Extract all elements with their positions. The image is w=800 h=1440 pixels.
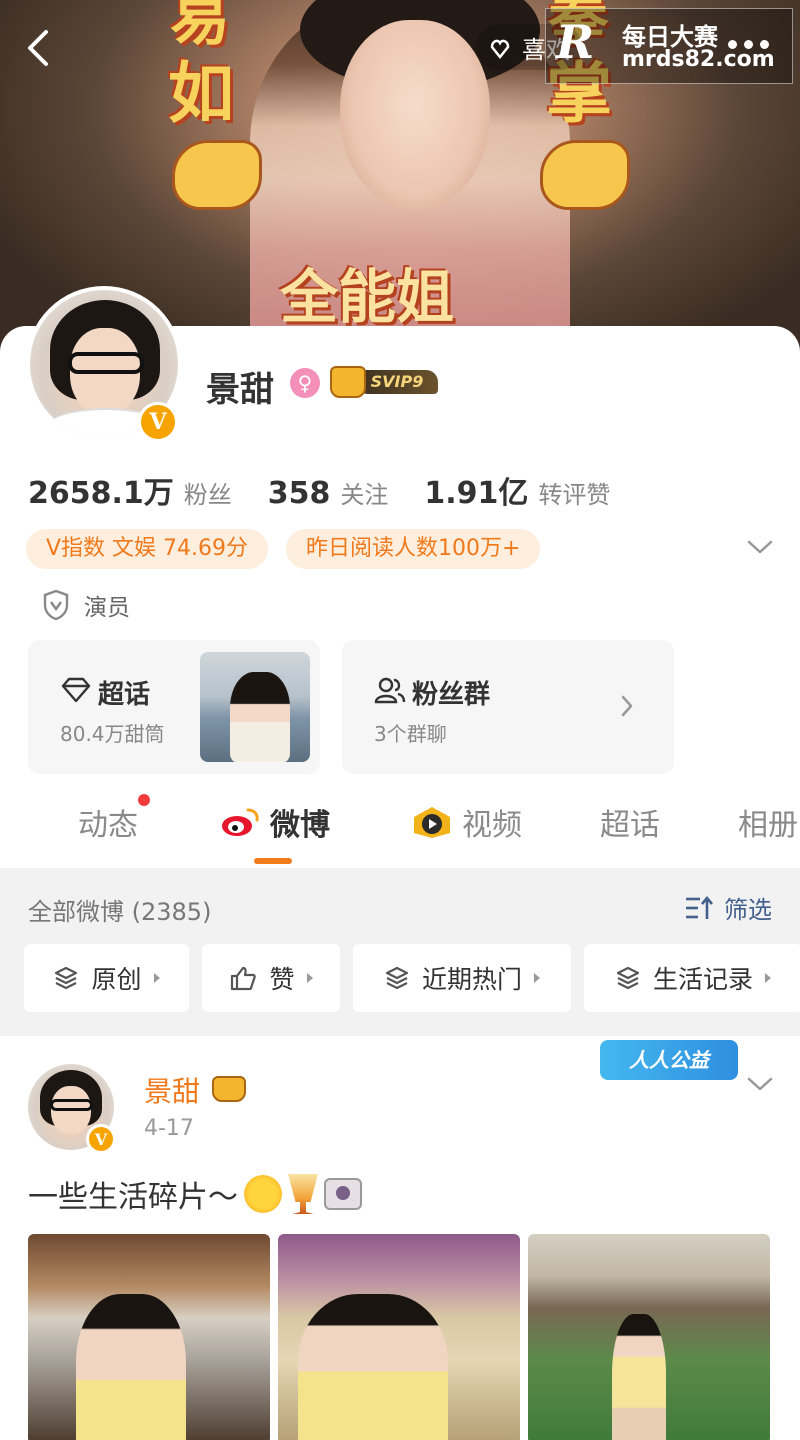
- back-arrow-icon[interactable]: [20, 28, 60, 68]
- chip-original[interactable]: 原创: [24, 944, 189, 1012]
- thumb-up-icon: [231, 966, 257, 991]
- super-topic-title: 超话: [98, 680, 151, 710]
- more-icon[interactable]: [728, 40, 769, 49]
- caret-icon: [765, 973, 771, 983]
- svip-label: SVIP9: [356, 370, 438, 394]
- layers-icon: [616, 966, 640, 990]
- tab-label: 视频: [462, 808, 522, 843]
- crown-icon: [212, 1076, 246, 1102]
- chip-likes[interactable]: 赞: [202, 944, 340, 1012]
- tab-dynamics[interactable]: 动态: [78, 794, 150, 844]
- charity-badge[interactable]: 人人公益: [600, 1040, 738, 1080]
- stat-value: 1.91亿: [424, 476, 529, 511]
- chip-label: 原创: [91, 965, 142, 994]
- layers-icon: [55, 966, 78, 990]
- crown-icon: [330, 366, 366, 398]
- chip-label: 近期热门: [421, 965, 522, 994]
- tab-video[interactable]: 视频: [412, 800, 522, 844]
- tag-readers[interactable]: 昨日阅读人数100万+: [286, 529, 541, 569]
- tab-album[interactable]: 相册: [738, 800, 798, 844]
- super-topic-card[interactable]: 超话 80.4万甜筒: [28, 640, 320, 774]
- tab-label: 动态: [78, 808, 138, 843]
- fist-icon-left: [172, 140, 262, 210]
- chevron-right-icon: [621, 695, 633, 717]
- post-photo[interactable]: [28, 1234, 270, 1440]
- identity-label: 演员: [84, 595, 130, 621]
- tab-label: 微博: [270, 808, 330, 843]
- profile-tags: V指数 文娱 74.69分 昨日阅读人数100万+: [26, 529, 541, 569]
- svip-badge[interactable]: SVIP9: [330, 366, 438, 398]
- active-tab-indicator: [254, 858, 292, 864]
- verified-badge-icon: V: [138, 402, 178, 442]
- stat-value: 358: [267, 476, 331, 511]
- chevron-down-icon[interactable]: [746, 1074, 774, 1094]
- caret-icon: [306, 973, 313, 983]
- notification-dot: [138, 794, 150, 806]
- cover-banner-text: 全能姐: [280, 263, 455, 331]
- post-date: 4-17: [144, 1116, 194, 1141]
- fans-group-title: 粉丝群: [412, 680, 491, 710]
- identity-row: 演员: [42, 588, 130, 622]
- video-play-icon: [414, 807, 450, 838]
- all-posts-count: 全部微博 (2385): [28, 898, 212, 926]
- stat-label: 转评赞: [538, 481, 611, 509]
- hand-heart-icon: [490, 39, 510, 60]
- filter-button[interactable]: 筛选: [684, 890, 772, 925]
- drink-icon: [288, 1174, 318, 1214]
- chip-hot[interactable]: 近期热门: [353, 944, 571, 1012]
- fans-group-card[interactable]: 粉丝群 3个群聊: [342, 640, 674, 774]
- tab-label: 超话: [600, 808, 660, 843]
- watermark-url: mrds82.com: [622, 47, 775, 72]
- post-text: 一些生活碎片～: [28, 1172, 362, 1216]
- layers-icon: [385, 966, 409, 990]
- fist-icon-right: [540, 140, 630, 210]
- stat-interactions[interactable]: 1.91亿 转评赞: [424, 468, 610, 512]
- stat-label: 关注: [340, 481, 389, 509]
- group-icon: [374, 677, 406, 704]
- sun-icon: [244, 1175, 282, 1213]
- tab-super-topic[interactable]: 超话: [600, 800, 660, 844]
- filter-area: 全部微博 (2385) 筛选 原创 赞 近期热门 生活记录: [0, 868, 800, 1036]
- verified-badge-icon: V: [86, 1124, 116, 1154]
- diamond-icon: [61, 677, 91, 703]
- filter-chips: 原创 赞 近期热门 生活记录: [24, 944, 800, 1012]
- super-topic-thumbnail: [200, 652, 310, 762]
- stat-followers[interactable]: 2658.1万 粉丝: [28, 468, 232, 512]
- tab-weibo[interactable]: 微博: [220, 800, 330, 844]
- profile-tabs: 动态 微博 视频 超话 相册: [0, 794, 800, 868]
- shield-icon: [43, 589, 69, 621]
- stat-value: 2658.1万: [28, 476, 174, 511]
- stat-label: 粉丝: [183, 481, 232, 509]
- watermark-logo: R: [556, 15, 595, 69]
- profile-avatar[interactable]: V: [26, 286, 182, 442]
- chip-label: 赞: [269, 965, 295, 994]
- caret-icon: [534, 973, 540, 983]
- fans-group-sub: 3个群聊: [374, 722, 447, 746]
- tab-label: 相册: [738, 808, 798, 843]
- camera-icon: [324, 1178, 362, 1210]
- chevron-down-icon[interactable]: [746, 536, 774, 558]
- chip-label: 生活记录: [652, 965, 753, 994]
- super-topic-sub: 80.4万甜筒: [60, 722, 165, 746]
- female-icon: ♀: [290, 368, 320, 398]
- filter-icon: [686, 895, 713, 919]
- post-photos: [28, 1234, 770, 1440]
- post-text-content: 一些生活碎片～: [28, 1180, 238, 1215]
- post-photo[interactable]: [528, 1234, 770, 1440]
- profile-stats: 2658.1万 粉丝 358 关注 1.91亿 转评赞: [28, 468, 646, 512]
- profile-name: 景甜: [206, 370, 274, 410]
- post-author-name[interactable]: 景甜: [144, 1070, 200, 1110]
- tag-v-index[interactable]: V指数 文娱 74.69分: [26, 529, 269, 569]
- top-bar: 喜欢 R 每日大赛 mrds82.com: [0, 0, 800, 100]
- caret-icon: [153, 973, 160, 983]
- stat-following[interactable]: 358 关注: [268, 475, 389, 511]
- weibo-icon: [222, 808, 259, 836]
- post-photo[interactable]: [278, 1234, 520, 1440]
- profile-page: 易 拳 如 掌 全能姐 喜欢 R 每日大赛 mrds82.com V 景甜 ♀ …: [0, 0, 800, 1440]
- chip-life[interactable]: 生活记录: [584, 944, 800, 1012]
- filter-label: 筛选: [724, 896, 772, 924]
